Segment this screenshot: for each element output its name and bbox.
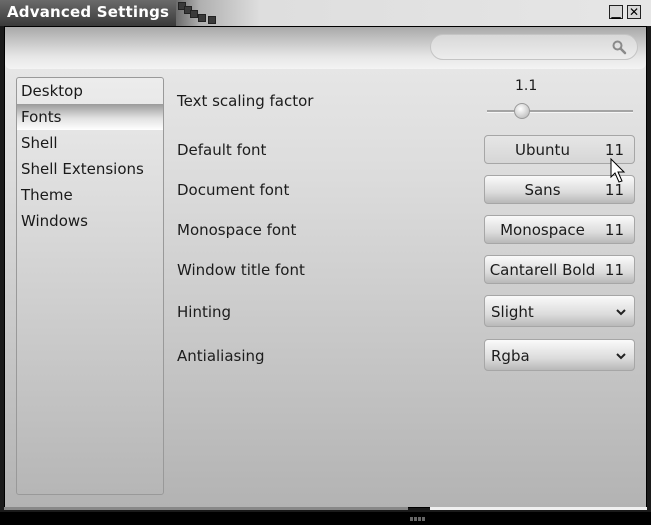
- minimize-icon: ▁: [611, 5, 621, 19]
- window-title-font-size: 11: [604, 261, 624, 279]
- chevron-down-icon: [616, 353, 626, 360]
- sidebar-item-label: Shell Extensions: [21, 160, 144, 178]
- resize-grip[interactable]: [410, 506, 428, 521]
- app-window: Advanced Settings ▁ ✕ Desktop Fonts Shel…: [0, 0, 651, 521]
- sidebar-item-desktop[interactable]: Desktop: [17, 78, 163, 104]
- antialiasing-dropdown[interactable]: Rgba: [484, 339, 635, 371]
- document-font-name: Sans: [524, 181, 561, 199]
- text-scaling-value: 1.1: [515, 78, 538, 94]
- close-button[interactable]: ✕: [627, 5, 641, 19]
- monospace-font-size: 11: [604, 221, 624, 239]
- text-scaling-slider-handle[interactable]: [514, 103, 531, 119]
- monospace-font-label: Monospace font: [177, 221, 297, 239]
- window-title-font-label: Window title font: [177, 261, 305, 279]
- sidebar-item-label: Shell: [21, 134, 58, 152]
- default-font-button[interactable]: Ubuntu 11: [484, 135, 635, 164]
- window-title-font-button[interactable]: Cantarell Bold 11: [484, 255, 635, 284]
- sidebar-item-label: Fonts: [21, 108, 62, 126]
- text-scaling-slider[interactable]: [487, 110, 633, 113]
- default-font-name: Ubuntu: [515, 141, 570, 159]
- window-content: Desktop Fonts Shell Shell Extensions The…: [4, 26, 647, 508]
- search-field[interactable]: [430, 34, 638, 60]
- minimize-button[interactable]: ▁: [609, 5, 623, 19]
- document-font-label: Document font: [177, 181, 290, 199]
- title-bar[interactable]: Advanced Settings ▁ ✕: [0, 0, 651, 26]
- sidebar-item-fonts[interactable]: Fonts: [17, 104, 163, 130]
- document-font-button[interactable]: Sans 11: [484, 175, 635, 204]
- hinting-label: Hinting: [177, 303, 232, 321]
- monospace-font-button[interactable]: Monospace 11: [484, 215, 635, 244]
- search-input[interactable]: [441, 38, 605, 58]
- antialiasing-label: Antialiasing: [177, 347, 265, 365]
- category-list: Desktop Fonts Shell Shell Extensions The…: [16, 77, 164, 495]
- hinting-value: Slight: [491, 303, 534, 321]
- default-font-label: Default font: [177, 141, 267, 159]
- default-font-size: 11: [604, 141, 624, 159]
- window-title-font-name: Cantarell Bold: [489, 261, 596, 279]
- sidebar-item-windows[interactable]: Windows: [17, 208, 163, 234]
- close-icon: ✕: [628, 5, 640, 19]
- sidebar-item-shell-extensions[interactable]: Shell Extensions: [17, 156, 163, 182]
- hinting-dropdown[interactable]: Slight: [484, 295, 635, 327]
- chevron-down-icon: [616, 309, 626, 316]
- document-font-size: 11: [604, 181, 624, 199]
- sidebar-item-label: Windows: [21, 212, 88, 230]
- antialiasing-value: Rgba: [491, 347, 530, 365]
- window-bottom-border: [4, 507, 408, 510]
- sidebar-item-shell[interactable]: Shell: [17, 130, 163, 156]
- sidebar-item-theme[interactable]: Theme: [17, 182, 163, 208]
- monospace-font-name: Monospace: [500, 221, 585, 239]
- titlebar-decoration: [176, 0, 236, 26]
- window-title: Advanced Settings: [7, 3, 170, 21]
- text-scaling-label: Text scaling factor: [177, 92, 314, 110]
- sidebar-item-label: Theme: [21, 186, 73, 204]
- search-icon: [612, 40, 627, 55]
- toolbar: [5, 27, 646, 69]
- sidebar-item-label: Desktop: [21, 82, 83, 100]
- window-bottom-border-right: [430, 507, 647, 510]
